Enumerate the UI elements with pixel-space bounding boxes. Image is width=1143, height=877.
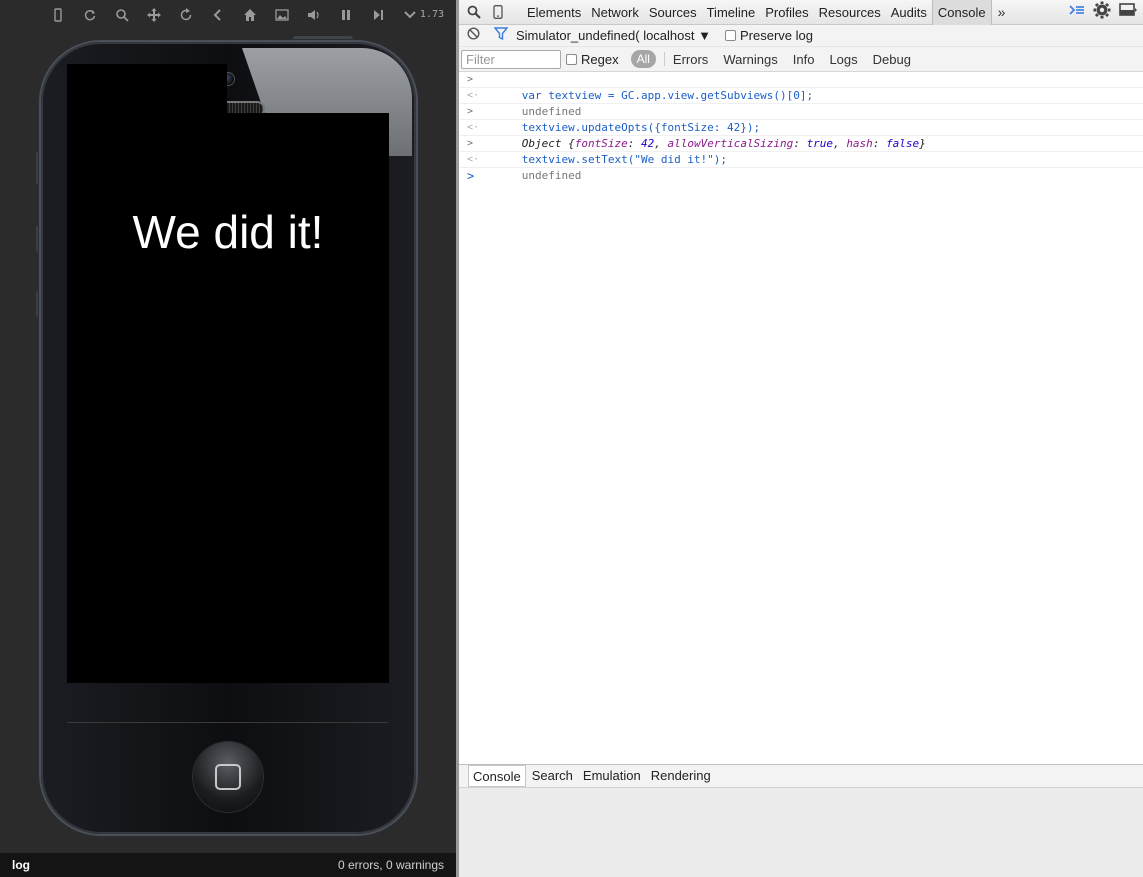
tab-resources[interactable]: Resources [814, 0, 886, 25]
inspect-search-icon[interactable] [462, 0, 486, 24]
console-prompt[interactable]: > [459, 168, 1143, 184]
screen-bottom-edge [67, 722, 388, 723]
drawer-toggle-icon[interactable] [1069, 3, 1085, 22]
drawer-tab-search[interactable]: Search [528, 765, 577, 787]
result-arrow-icon: <· [467, 122, 480, 133]
clear-console-icon[interactable] [467, 26, 480, 45]
drawer-tab-emulation[interactable]: Emulation [579, 765, 645, 787]
error-count: 0 errors, 0 warnings [337, 858, 444, 872]
search-icon[interactable] [106, 0, 138, 30]
preserve-log-checkbox[interactable]: Preserve log [724, 28, 813, 43]
console-result-line[interactable]: <· undefined [459, 88, 1143, 118]
dock-side-icon[interactable] [1119, 3, 1137, 22]
level-separator [663, 52, 665, 66]
devtools-tabbar: Elements Network Sources Timeline Profil… [459, 0, 1143, 25]
log-button[interactable]: log [12, 858, 30, 872]
regex-box[interactable] [566, 53, 577, 65]
tab-profiles[interactable]: Profiles [760, 0, 813, 25]
volume-icon[interactable] [298, 0, 330, 30]
tab-console[interactable]: Console [931, 0, 992, 25]
rotate-icon[interactable] [170, 0, 202, 30]
regex-label: Regex [581, 51, 619, 67]
simulator-toolbar [0, 0, 456, 30]
phone-icon[interactable] [42, 0, 74, 30]
image-icon[interactable] [266, 0, 298, 30]
execution-context-select[interactable]: Simulator_undefined( localhost ▼ [516, 28, 711, 43]
devtools-pane: Elements Network Sources Timeline Profil… [459, 0, 1143, 877]
console-context-bar: Simulator_undefined( localhost ▼ Preserv… [459, 25, 1143, 47]
input-chevron-icon: > [467, 106, 474, 117]
more-tabs-button[interactable]: » [992, 4, 1012, 20]
level-debug-button[interactable]: Debug [873, 52, 911, 67]
drawer-tabbar: Console Search Emulation Rendering [459, 764, 1143, 788]
console-output[interactable]: > var textview = GC.app.view.getSubviews(… [459, 72, 1143, 764]
drawer-body [459, 788, 1143, 877]
gear-icon[interactable] [1093, 1, 1111, 24]
console-filter-bar: Filter Regex All Errors Warnings Info Lo… [459, 47, 1143, 72]
refresh-icon[interactable] [74, 0, 106, 30]
simulator-status-bar: log 0 errors, 0 warnings [0, 853, 456, 877]
home-icon[interactable] [234, 0, 266, 30]
phone-screen[interactable]: We did it! [67, 113, 389, 683]
pause-icon[interactable] [330, 0, 362, 30]
home-square-icon [215, 764, 241, 790]
console-input-line[interactable]: > var textview = GC.app.view.getSubviews(… [459, 72, 1143, 102]
zoom-level: 1.73 [419, 9, 444, 20]
home-button[interactable] [193, 742, 263, 812]
tab-audits[interactable]: Audits [886, 0, 932, 25]
back-icon[interactable] [202, 0, 234, 30]
preserve-log-label: Preserve log [739, 28, 813, 43]
result-arrow-icon: <· [467, 154, 480, 165]
console-input-line[interactable]: > textview.updateOpts({fontSize: 42}); [459, 104, 1143, 134]
tab-network[interactable]: Network [586, 0, 644, 25]
step-icon[interactable] [362, 0, 394, 30]
prompt-chevron-icon: > [467, 169, 475, 183]
tab-sources[interactable]: Sources [644, 0, 702, 25]
screen-text: We did it! [132, 206, 324, 258]
console-object-line[interactable]: <· Object {fontSize: 42, allowVerticalSiz… [459, 120, 1143, 150]
result-arrow-icon: <· [467, 90, 480, 101]
input-chevron-icon: > [467, 138, 474, 149]
console-input-line[interactable]: > textview.setText("We did it!"); [459, 136, 1143, 166]
drawer-tab-console[interactable]: Console [468, 765, 526, 787]
move-icon[interactable] [138, 0, 170, 30]
tab-elements[interactable]: Elements [522, 0, 586, 25]
regex-checkbox[interactable]: Regex [566, 52, 619, 67]
level-errors-button[interactable]: Errors [673, 52, 708, 67]
level-logs-button[interactable]: Logs [829, 52, 857, 67]
simulator-pane: 1.73 We did it! log 0 errors, 0 warnings [0, 0, 456, 877]
level-info-button[interactable]: Info [793, 52, 815, 67]
drawer-tab-rendering[interactable]: Rendering [647, 765, 715, 787]
preserve-log-box[interactable] [724, 30, 736, 41]
screen-top [67, 64, 227, 114]
device-mode-icon[interactable] [486, 0, 510, 24]
devtools-toolbar-right [1069, 0, 1137, 25]
filter-input[interactable]: Filter [461, 49, 561, 69]
level-all-button[interactable]: All [630, 50, 656, 68]
filter-funnel-icon[interactable] [493, 26, 509, 45]
input-chevron-icon: > [467, 74, 474, 85]
console-result-line[interactable]: <· undefined [459, 152, 1143, 182]
level-warnings-button[interactable]: Warnings [723, 52, 777, 67]
tab-timeline[interactable]: Timeline [702, 0, 761, 25]
